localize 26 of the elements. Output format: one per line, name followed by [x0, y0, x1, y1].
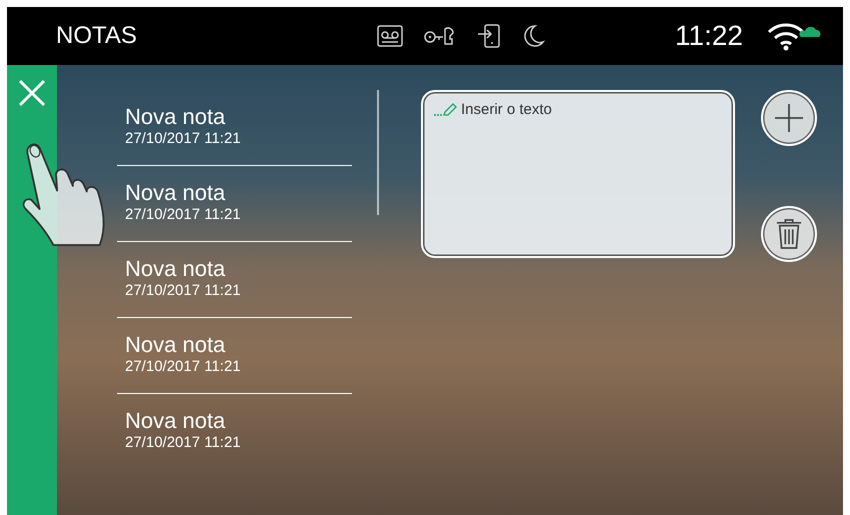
note-text-field[interactable]: Inserir o texto [461, 100, 711, 118]
note-item[interactable]: Nova nota 27/10/2017 11:21 [117, 166, 352, 242]
close-icon[interactable] [18, 79, 46, 107]
phone-login-icon[interactable] [476, 24, 501, 48]
note-item[interactable]: Nova nota 27/10/2017 11:21 [117, 394, 352, 470]
wifi-cloud-icon [767, 21, 823, 51]
note-item[interactable]: Nova nota 27/10/2017 11:21 [117, 90, 352, 166]
note-title: Nova nota [125, 104, 226, 130]
note-date: 27/10/2017 11:21 [125, 282, 241, 300]
note-item[interactable]: Nova nota 27/10/2017 11:21 [117, 242, 352, 318]
note-item[interactable]: Nova nota 27/10/2017 11:21 [117, 318, 352, 394]
note-date: 27/10/2017 11:21 [125, 434, 241, 452]
note-date: 27/10/2017 11:21 [125, 358, 241, 376]
note-title: Nova nota [125, 332, 226, 358]
note-title: Nova nota [125, 256, 226, 282]
note-date: 27/10/2017 11:21 [125, 130, 241, 148]
note-title: Nova nota [125, 180, 226, 206]
plus-icon [774, 103, 804, 133]
screen-title: NOTAS [56, 22, 137, 50]
note-title: Nova nota [125, 408, 226, 434]
key-icon[interactable] [422, 25, 457, 47]
trash-icon [775, 218, 803, 250]
voicemail-icon[interactable] [376, 25, 403, 47]
clock-time: 11:22 [675, 20, 743, 52]
note-date: 27/10/2017 11:21 [125, 206, 241, 224]
pencil-icon [433, 103, 459, 117]
